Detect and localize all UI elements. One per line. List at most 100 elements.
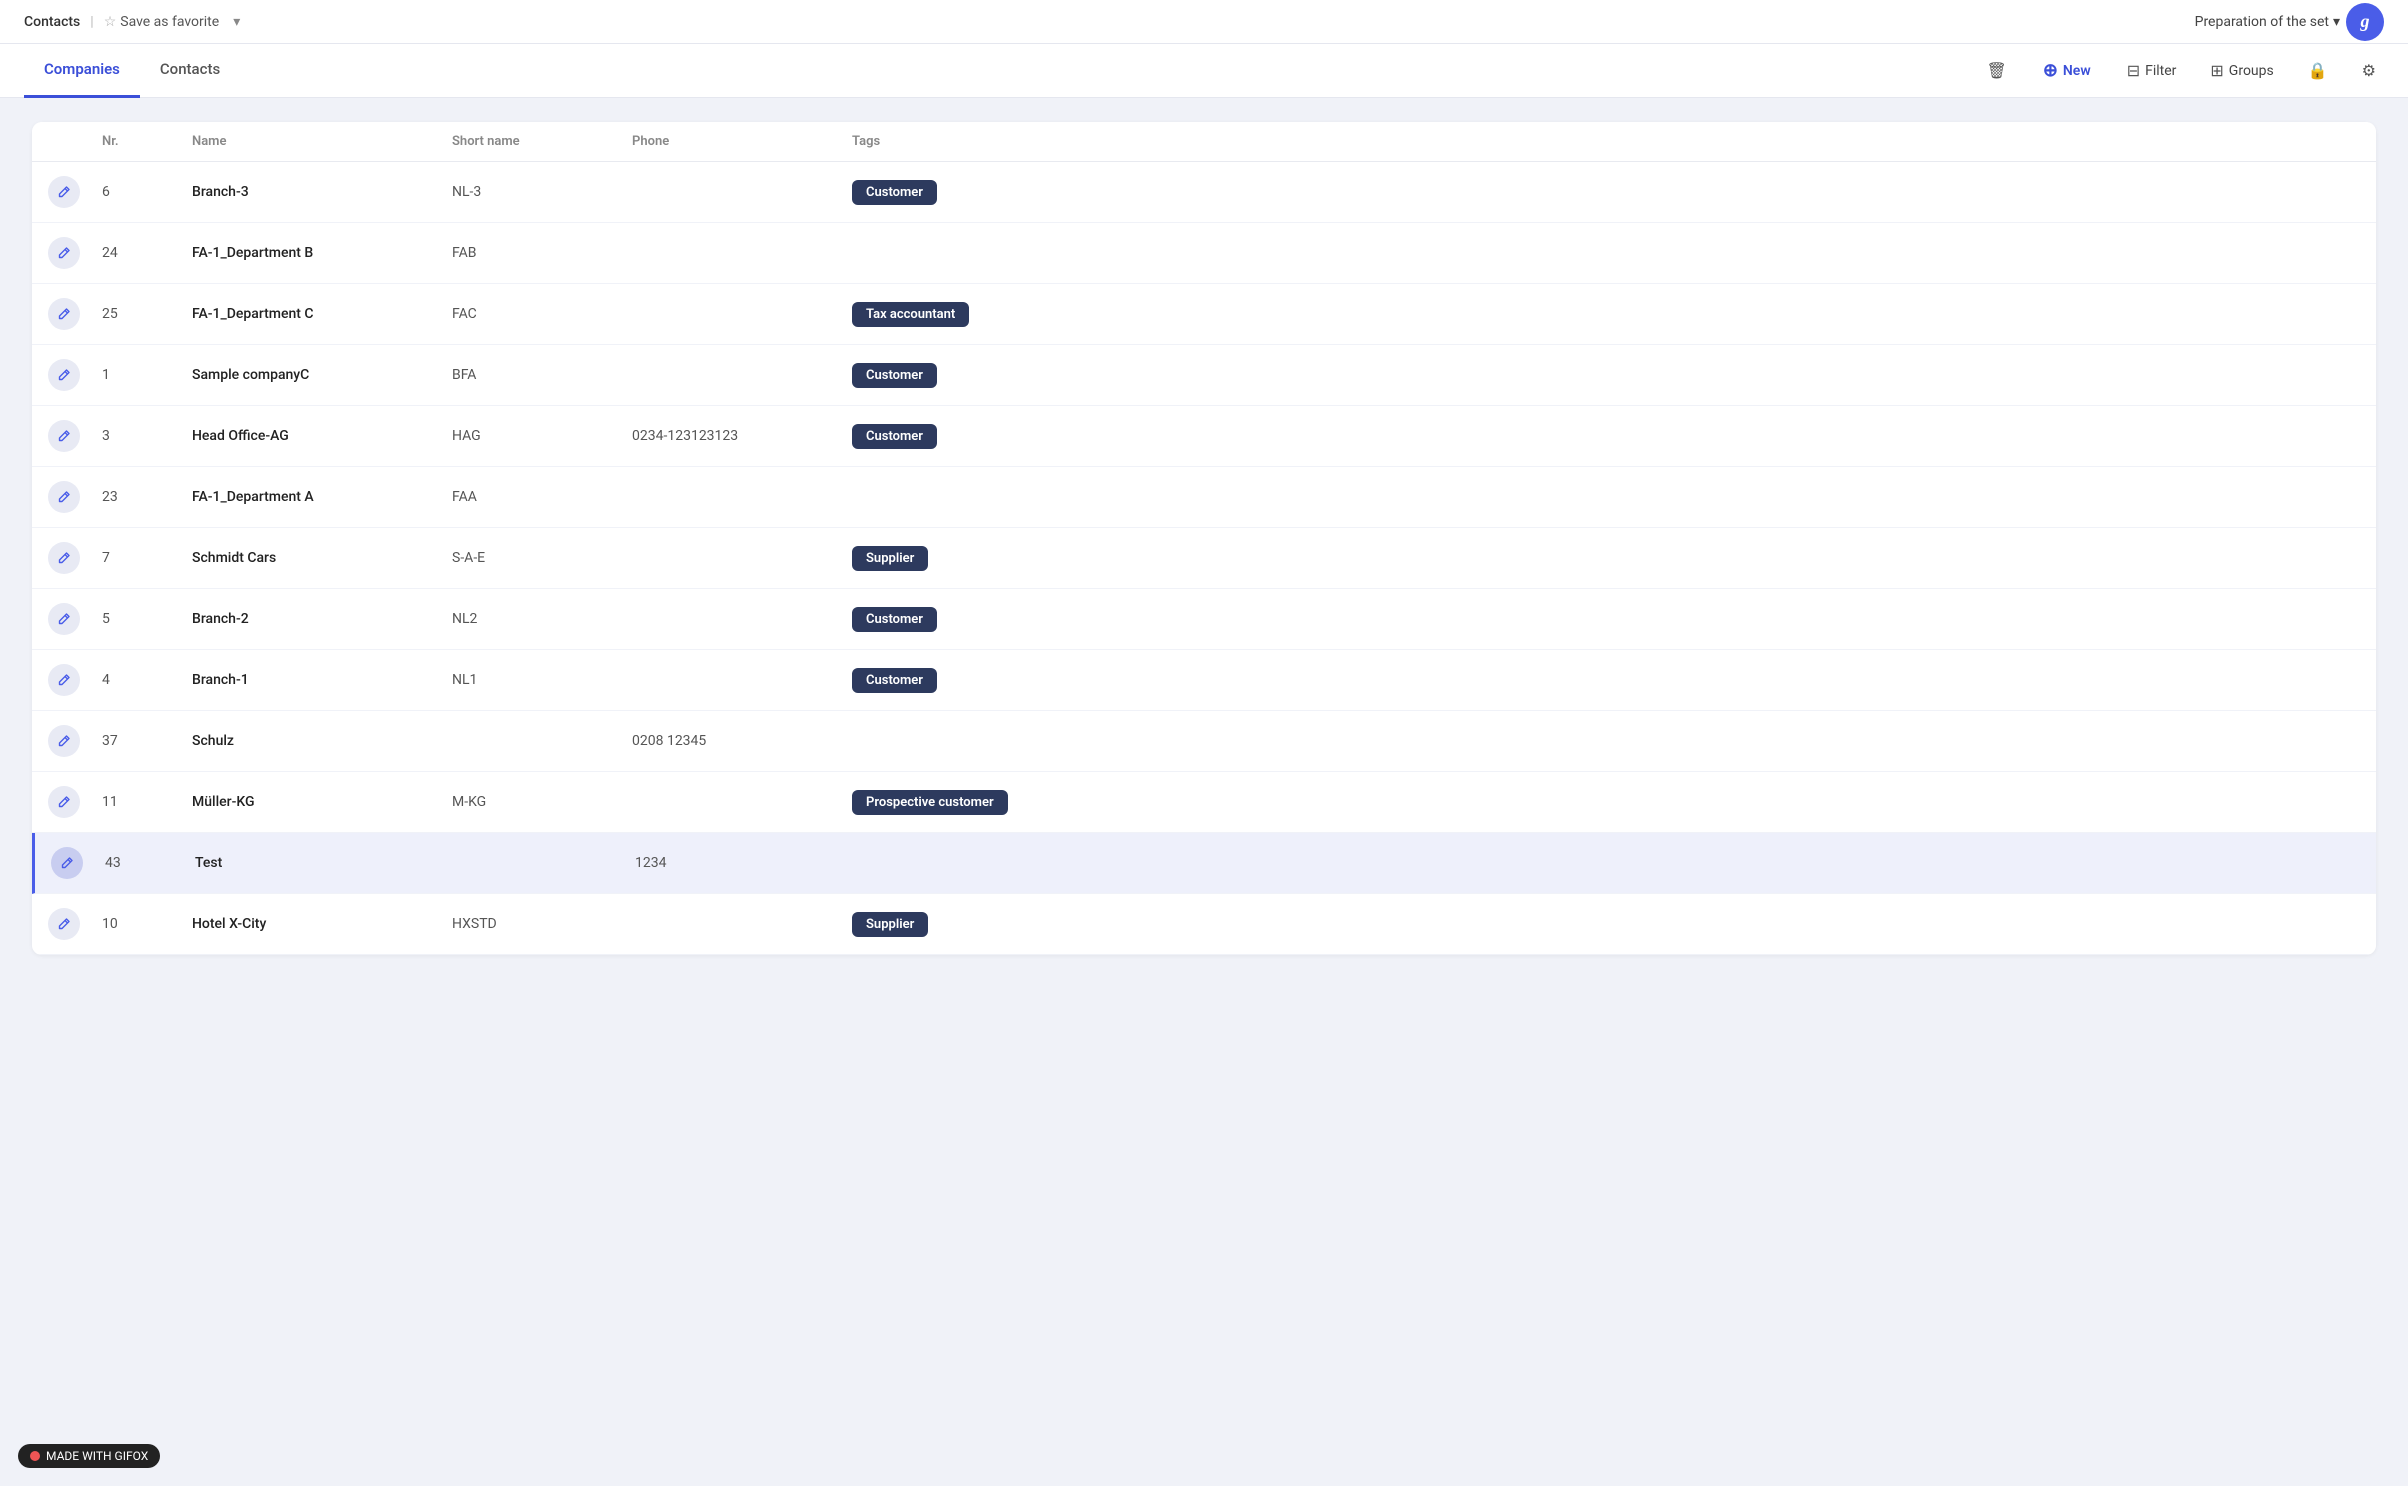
table-row: 5Branch-2NL2Customer (32, 589, 2376, 650)
breadcrumb-separator: | (90, 14, 93, 30)
col-nr: Nr. (102, 134, 192, 149)
cell-nr: 37 (102, 733, 192, 749)
cell-name: Sample companyC (192, 367, 452, 383)
cell-name: FA-1_Department B (192, 245, 452, 261)
cell-nr: 43 (105, 855, 195, 871)
cell-nr: 25 (102, 306, 192, 322)
settings-icon: ⚙ (2362, 61, 2376, 80)
cell-short: BFA (452, 367, 632, 383)
tag-badge[interactable]: Supplier (852, 546, 928, 571)
tab-contacts-label: Contacts (160, 60, 220, 78)
cell-nr: 24 (102, 245, 192, 261)
cell-short: S-A-E (452, 550, 632, 566)
table-row: 10Hotel X-CityHXSTDSupplier (32, 894, 2376, 955)
edit-button[interactable] (48, 359, 80, 391)
prep-label[interactable]: Preparation of the set ▾ (2195, 14, 2340, 30)
filter-button[interactable]: ⊟ Filter (2119, 56, 2185, 85)
new-button[interactable]: ⊕ New (2033, 55, 2101, 86)
tag-badge[interactable]: Supplier (852, 912, 928, 937)
cell-short: NL-3 (452, 184, 632, 200)
cell-short: FAB (452, 245, 632, 261)
save-favorite-btn[interactable]: ☆ Save as favorite (104, 14, 220, 30)
edit-button[interactable] (48, 725, 80, 757)
tab-companies-label: Companies (44, 60, 120, 78)
tag-badge[interactable]: Prospective customer (852, 790, 1008, 815)
col-short: Short name (452, 134, 632, 149)
table-row: 43Test1234 (32, 833, 2376, 894)
main-content: Nr. Name Short name Phone Tags 6Branch-3… (0, 98, 2408, 979)
cell-tags: Prospective customer (852, 790, 2360, 815)
cell-phone: 0234-123123123 (632, 428, 852, 444)
save-favorite-label: Save as favorite (120, 14, 219, 30)
cell-nr: 10 (102, 916, 192, 932)
cell-nr: 23 (102, 489, 192, 505)
edit-button[interactable] (48, 298, 80, 330)
edit-button[interactable] (48, 237, 80, 269)
edit-button[interactable] (48, 481, 80, 513)
tag-badge[interactable]: Customer (852, 180, 937, 205)
table-row: 23FA-1_Department AFAA (32, 467, 2376, 528)
tag-badge[interactable]: Customer (852, 363, 937, 388)
tab-contacts[interactable]: Contacts (140, 44, 240, 98)
edit-button[interactable] (48, 542, 80, 574)
cell-name: Schulz (192, 733, 452, 749)
tag-badge[interactable]: Customer (852, 424, 937, 449)
delete-button[interactable]: 🗑 (1979, 56, 2015, 85)
gifox-badge: MADE WITH GIFOX (18, 1444, 160, 1468)
dropdown-arrow-icon[interactable]: ▾ (233, 14, 240, 30)
cell-nr: 4 (102, 672, 192, 688)
edit-button[interactable] (51, 847, 83, 879)
edit-button[interactable] (48, 786, 80, 818)
cell-name: Branch-2 (192, 611, 452, 627)
top-bar-left: Contacts | ☆ Save as favorite ▾ (24, 14, 240, 30)
list-header: Nr. Name Short name Phone Tags (32, 122, 2376, 162)
settings-button[interactable]: ⚙ (2354, 56, 2384, 85)
breadcrumb-contacts[interactable]: Contacts (24, 14, 80, 30)
cell-tags: Customer (852, 180, 2360, 205)
edit-button[interactable] (48, 664, 80, 696)
lock-icon: 🔒 (2308, 61, 2328, 80)
tag-badge[interactable]: Tax accountant (852, 302, 969, 327)
table-row: 37Schulz 0208 12345 (32, 711, 2376, 772)
nav-tabs: Companies Contacts (24, 44, 240, 98)
star-icon: ☆ (104, 14, 117, 30)
table-row: 6Branch-3NL-3Customer (32, 162, 2376, 223)
edit-button[interactable] (48, 908, 80, 940)
prep-label-text: Preparation of the set (2195, 14, 2329, 30)
crm-button[interactable]: g (2346, 3, 2384, 41)
cell-nr: 6 (102, 184, 192, 200)
cell-short: FAA (452, 489, 632, 505)
col-phone: Phone (632, 134, 852, 149)
tag-badge[interactable]: Customer (852, 607, 937, 632)
cell-tags: Customer (852, 607, 2360, 632)
table-row: 7Schmidt CarsS-A-ESupplier (32, 528, 2376, 589)
cell-phone: 1234 (635, 855, 855, 871)
tag-badge[interactable]: Customer (852, 668, 937, 693)
top-bar: Contacts | ☆ Save as favorite ▾ Preparat… (0, 0, 2408, 44)
filter-label: Filter (2145, 63, 2176, 79)
groups-button[interactable]: ⊞ Groups (2202, 56, 2281, 85)
groups-icon: ⊞ (2210, 61, 2223, 80)
cell-tags: Supplier (852, 546, 2360, 571)
delete-icon: 🗑 (1987, 61, 2007, 80)
cell-tags: Customer (852, 424, 2360, 449)
gifox-dot (30, 1451, 40, 1461)
cell-phone: 0208 12345 (632, 733, 852, 749)
edit-button[interactable] (48, 176, 80, 208)
lock-button[interactable]: 🔒 (2300, 56, 2336, 85)
edit-button[interactable] (48, 603, 80, 635)
gifox-label: MADE WITH GIFOX (46, 1449, 148, 1463)
col-name: Name (192, 134, 452, 149)
plus-icon: ⊕ (2043, 60, 2058, 81)
prep-dropdown-icon: ▾ (2333, 14, 2340, 30)
cell-name: FA-1_Department A (192, 489, 452, 505)
nav-bar: Companies Contacts 🗑 ⊕ New ⊟ Filter ⊞ Gr… (0, 44, 2408, 98)
tab-companies[interactable]: Companies (24, 44, 140, 98)
companies-list: Nr. Name Short name Phone Tags 6Branch-3… (32, 122, 2376, 955)
cell-tags: Supplier (852, 912, 2360, 937)
cell-nr: 5 (102, 611, 192, 627)
table-row: 3Head Office-AGHAG0234-123123123Customer (32, 406, 2376, 467)
table-row: 1Sample companyCBFACustomer (32, 345, 2376, 406)
edit-button[interactable] (48, 420, 80, 452)
cell-name: Head Office-AG (192, 428, 452, 444)
